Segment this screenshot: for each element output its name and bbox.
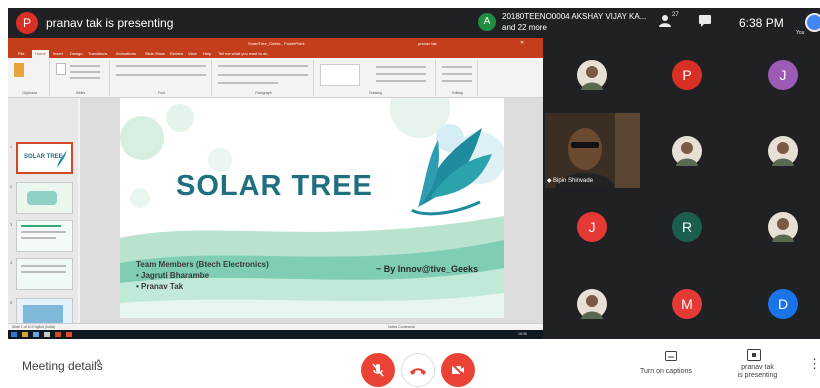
ribbon-editing[interactable]: Editing xyxy=(438,60,478,96)
leave-call-button[interactable] xyxy=(401,353,435,387)
more-options-icon[interactable]: ⋮ xyxy=(808,356,820,372)
paste-icon[interactable] xyxy=(14,63,24,77)
people-count: 27 xyxy=(672,12,679,18)
byline: ~ By Innov@tive_Geeks xyxy=(376,264,479,274)
slide-canvas: SOLAR TREE Team Members (Btech Electroni… xyxy=(80,98,543,323)
ribbon-paragraph[interactable]: Paragraph xyxy=(214,60,314,96)
ppt-tabs: File Home Insert Design Transitions Anim… xyxy=(8,49,543,58)
participant-avatar[interactable]: D xyxy=(768,289,798,319)
taskbar-clock: 18:38 xyxy=(518,332,527,336)
tab-slideshow[interactable]: Slide Show xyxy=(145,51,165,56)
app-icon[interactable] xyxy=(44,332,50,337)
tab-review[interactable]: Review xyxy=(170,51,183,56)
joiner-avatar: A xyxy=(478,13,496,31)
participant-photo[interactable] xyxy=(577,289,607,319)
tab-transitions[interactable]: Transitions xyxy=(88,51,107,56)
captions-button[interactable]: Turn on captions xyxy=(640,368,692,375)
participant-photo[interactable] xyxy=(768,212,798,242)
tell-me-search[interactable]: Tell me what you want to do xyxy=(218,51,267,56)
meeting-stage: SmartTree_Geeks - PowerPoint pranav tak … xyxy=(8,38,820,339)
participant-name: Bipin Shinvade xyxy=(553,178,594,184)
mic-off-icon xyxy=(372,363,384,377)
bottom-bar: Meeting details ^ Turn on captions prana… xyxy=(0,339,820,387)
meeting-details-button[interactable]: Meeting details xyxy=(22,359,103,373)
file-explorer-icon[interactable] xyxy=(22,332,28,337)
powerpoint-icon[interactable] xyxy=(55,332,61,337)
mic-off-button[interactable] xyxy=(361,353,395,387)
clock: 6:38 PM xyxy=(739,16,784,30)
hangup-icon xyxy=(410,368,426,376)
chat-icon[interactable] xyxy=(698,14,712,31)
tab-home[interactable]: Home xyxy=(32,50,49,58)
team-member: • Jagruti Bharambe xyxy=(136,271,210,280)
chrome-icon[interactable] xyxy=(66,332,72,337)
windows-start-icon[interactable] xyxy=(11,332,17,337)
joiner-name: 20180TEENO0004 AKSHAY VIJAY KA... xyxy=(502,12,647,21)
team-member: • Pranav Tak xyxy=(136,282,184,291)
joiner-more: and 22 more xyxy=(502,23,547,32)
ppt-statusbar: Slide 1 of 10 English (India) Notes Comm… xyxy=(8,323,543,330)
present-icon[interactable] xyxy=(747,349,761,364)
thumb-slide-1[interactable]: SOLAR TREE xyxy=(16,142,73,174)
participant-avatar[interactable]: R xyxy=(672,212,702,242)
presenter-avatar: P xyxy=(16,12,38,34)
participant-avatar[interactable]: J xyxy=(577,212,607,242)
tab-help[interactable]: Help xyxy=(203,51,211,56)
thumb-slide-3[interactable] xyxy=(16,220,73,252)
participant-avatar[interactable]: J xyxy=(768,60,798,90)
ribbon-clipboard[interactable]: Clipboard xyxy=(10,60,50,96)
ribbon-slides[interactable]: Slides xyxy=(52,60,110,96)
ribbon-drawing[interactable]: Drawing xyxy=(316,60,436,96)
slide-title: SOLAR TREE xyxy=(176,170,373,202)
tab-animations[interactable]: Animations xyxy=(116,51,136,56)
captions-icon[interactable] xyxy=(665,351,677,364)
chevron-up-icon[interactable]: ^ xyxy=(96,358,101,370)
presenting-status-button[interactable]: pranav tak is presenting xyxy=(735,364,780,380)
self-label: You xyxy=(796,30,805,36)
mic-indicator-icon: ◆ xyxy=(547,178,552,184)
ppt-window-title: SmartTree_Geeks - PowerPoint xyxy=(248,41,305,46)
tab-view[interactable]: View xyxy=(188,51,197,56)
new-slide-icon[interactable] xyxy=(56,63,66,75)
tab-file[interactable]: File xyxy=(18,51,24,56)
participant-photo[interactable] xyxy=(672,136,702,166)
thumb-slide-2[interactable] xyxy=(16,182,73,214)
thumb-slide-4[interactable] xyxy=(16,258,73,290)
participant-video-tile[interactable]: ◆ Bipin Shinvade xyxy=(545,113,640,188)
browser-icon[interactable] xyxy=(33,332,39,337)
ribbon-font[interactable]: Font xyxy=(112,60,212,96)
camera-off-button[interactable] xyxy=(441,353,475,387)
participant-video xyxy=(545,113,640,188)
participant-photo[interactable] xyxy=(577,60,607,90)
participant-avatar[interactable]: M xyxy=(672,289,702,319)
tab-insert[interactable]: Insert xyxy=(53,51,63,56)
presenter-status: pranav tak is presenting xyxy=(46,16,174,30)
close-icon[interactable]: ✕ xyxy=(520,40,524,46)
tab-design[interactable]: Design xyxy=(70,51,82,56)
windows-taskbar: 18:38 xyxy=(8,330,543,339)
top-bar: P pranav tak is presenting A 20180TEENO0… xyxy=(8,8,820,38)
ppt-titlebar: SmartTree_Geeks - PowerPoint pranav tak … xyxy=(8,38,543,49)
meet-window: P pranav tak is presenting A 20180TEENO0… xyxy=(0,0,820,387)
team-members-label: Team Members (Btech Electronics) xyxy=(136,260,269,269)
ppt-user: pranav tak xyxy=(418,41,437,46)
slide-thumbnails: 1 SOLAR TREE 2 3 4 5 xyxy=(8,98,78,339)
participant-photo[interactable] xyxy=(768,136,798,166)
camera-off-icon xyxy=(451,363,465,377)
shapes-gallery[interactable] xyxy=(320,64,360,86)
shared-screen-powerpoint: SmartTree_Geeks - PowerPoint pranav tak … xyxy=(8,38,543,339)
slide[interactable]: SOLAR TREE Team Members (Btech Electroni… xyxy=(120,98,504,318)
participant-avatar[interactable]: P xyxy=(672,60,702,90)
self-avatar[interactable] xyxy=(805,13,820,32)
ribbon: Clipboard Slides Font Paragraph Drawing … xyxy=(8,58,543,98)
